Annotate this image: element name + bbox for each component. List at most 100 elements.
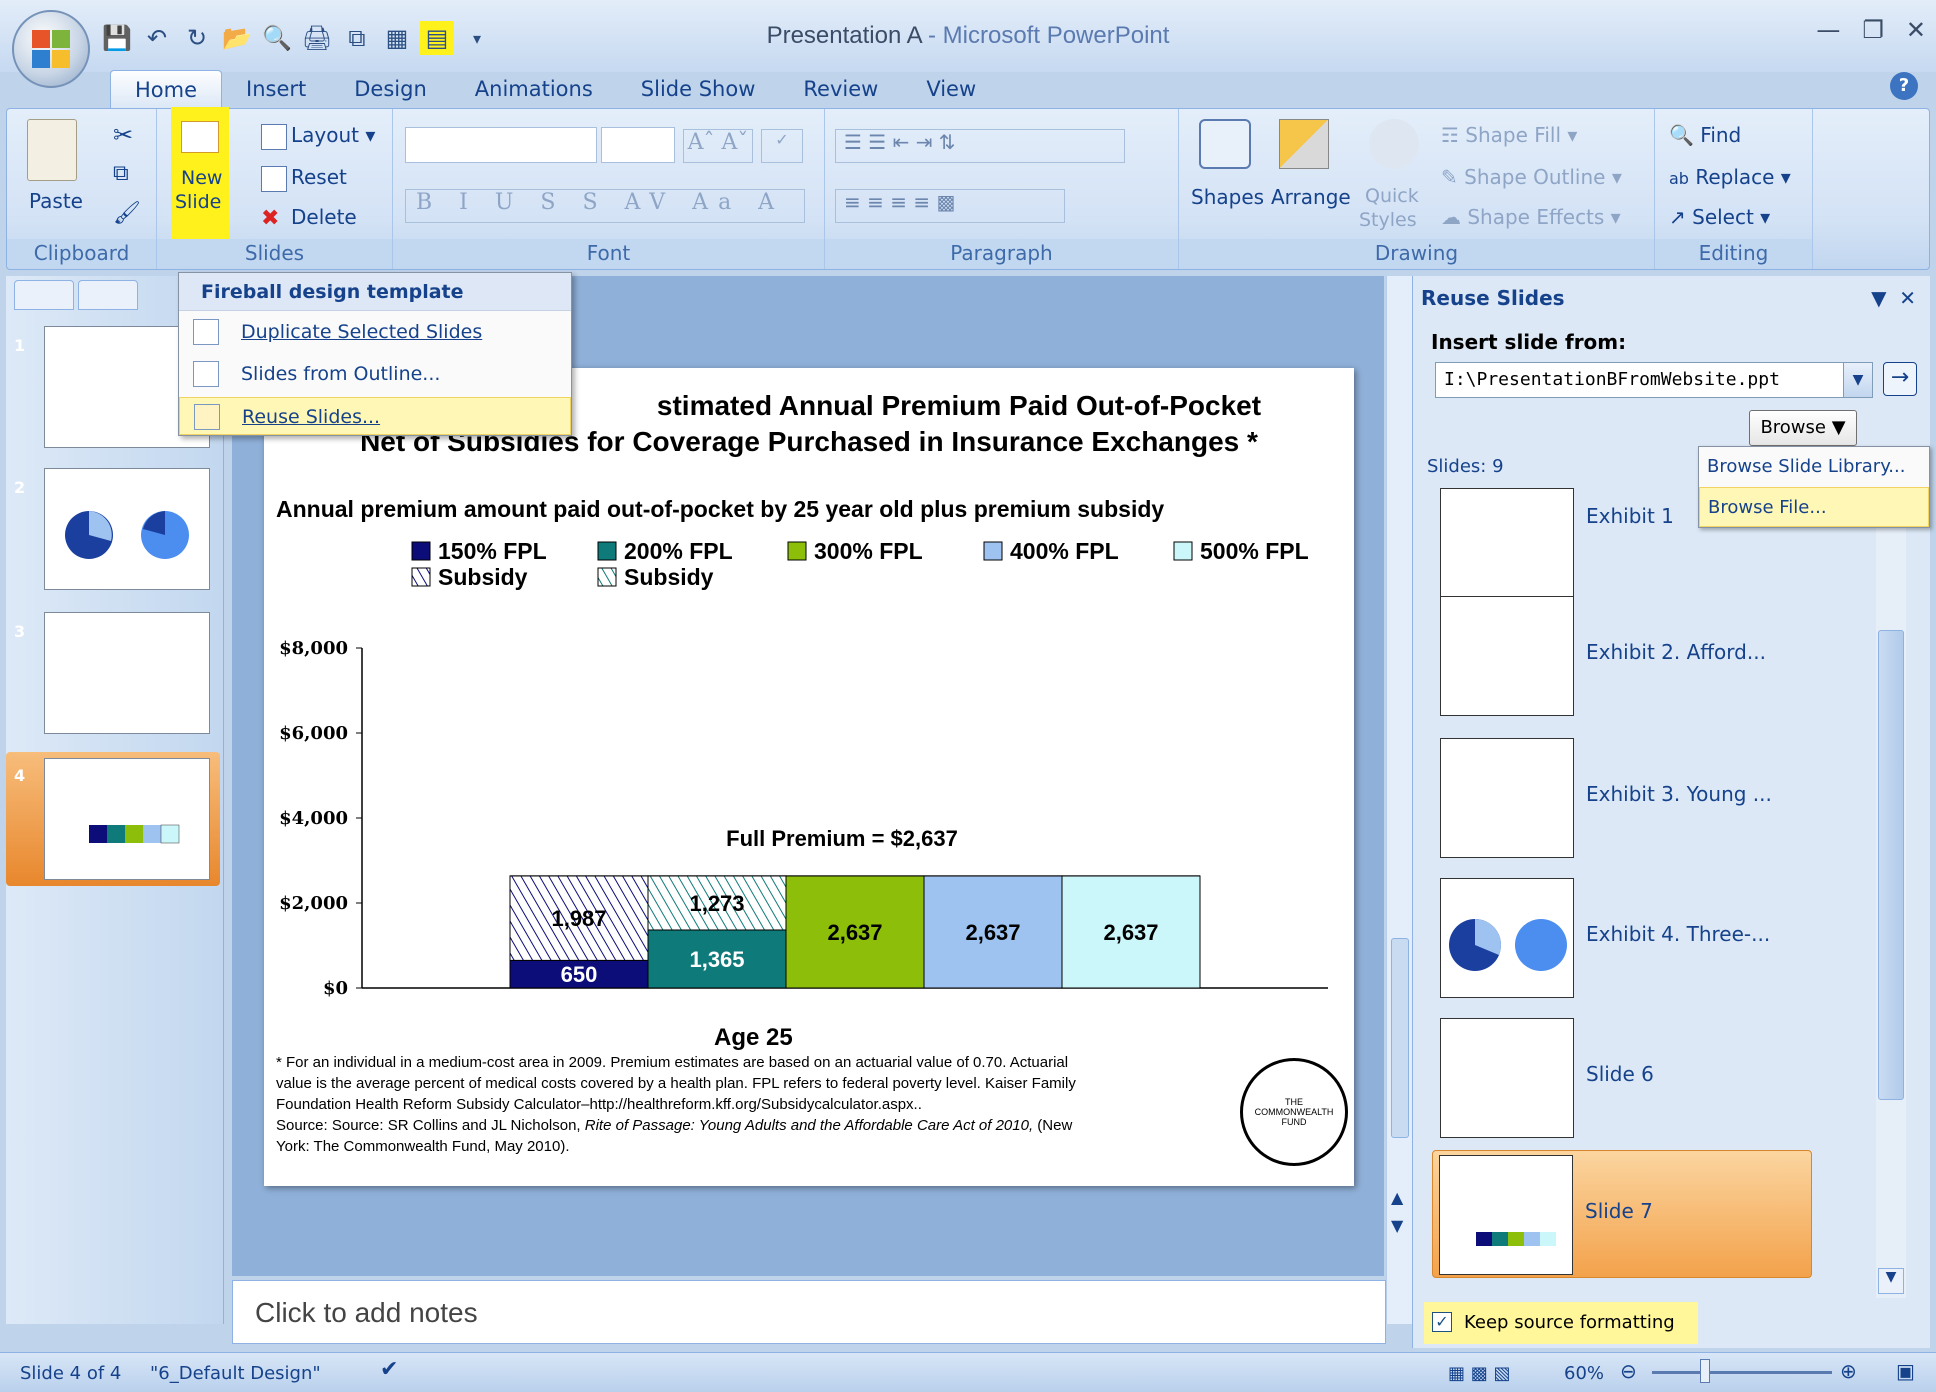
- slide-vertical-scrollbar[interactable]: ▲ ▼: [1386, 276, 1412, 1324]
- browse-button[interactable]: Browse ▼: [1749, 410, 1857, 446]
- zoom-level[interactable]: 60%: [1564, 1363, 1604, 1384]
- tab-insert[interactable]: Insert: [222, 70, 330, 108]
- list-buttons[interactable]: ☰ ☰ ⇤ ⇥ ⇅: [835, 129, 1125, 163]
- shape-outline-button[interactable]: ✎ Shape Outline ▾: [1441, 165, 1622, 189]
- office-button[interactable]: [12, 10, 90, 88]
- tab-view[interactable]: View: [902, 70, 1000, 108]
- select-button[interactable]: ↗ Select ▾: [1669, 205, 1770, 229]
- find-button[interactable]: 🔍 Find: [1669, 123, 1741, 147]
- slides-tab[interactable]: [14, 280, 74, 310]
- duplicate-selected-slides-item[interactable]: Duplicate Selected Slides: [179, 313, 571, 351]
- path-dropdown-icon[interactable]: ▼: [1843, 362, 1873, 398]
- paste-icon[interactable]: [27, 119, 77, 181]
- tab-home[interactable]: Home: [110, 70, 223, 108]
- grow-shrink-font-buttons[interactable]: Aˆ Aˇ: [683, 129, 753, 163]
- reuse-slide-item-4[interactable]: Exhibit 4. Three-...: [1434, 874, 1904, 1002]
- font-format-buttons[interactable]: B I U S S AV Aa A: [405, 189, 805, 223]
- outline-tab[interactable]: [78, 280, 138, 310]
- reuse-slide-item-2[interactable]: Exhibit 2. Afford...: [1434, 592, 1904, 720]
- keep-source-checkbox[interactable]: ✓: [1432, 1312, 1452, 1332]
- paste-button[interactable]: Paste: [29, 189, 83, 213]
- quick-styles-label-2[interactable]: Styles: [1359, 209, 1417, 231]
- keep-source-formatting[interactable]: ✓ Keep source formatting: [1424, 1302, 1698, 1344]
- shape-fill-button[interactable]: ☶ Shape Fill ▾: [1441, 123, 1577, 147]
- theme-status[interactable]: "6_Default Design": [150, 1363, 321, 1384]
- slide-scroll-thumb[interactable]: [1391, 938, 1409, 1138]
- file-path-input[interactable]: I:\PresentationBFromWebsite.ppt: [1435, 362, 1861, 398]
- zoom-in-icon[interactable]: ⊕: [1840, 1359, 1857, 1383]
- find-icon: 🔍: [1669, 123, 1694, 147]
- shape-effects-button[interactable]: ☁ Shape Effects ▾: [1441, 205, 1621, 229]
- copy-icon[interactable]: ⧉: [113, 161, 129, 186]
- browse-slide-library-item[interactable]: Browse Slide Library...: [1699, 447, 1929, 487]
- reset-icon: [261, 165, 287, 192]
- reuse-slide-item-3[interactable]: Exhibit 3. Young ...: [1434, 734, 1904, 862]
- tab-animations[interactable]: Animations: [451, 70, 617, 108]
- legend-swatch: [411, 567, 431, 587]
- drawing-group: Shapes Arrange Quick Styles ☶ Shape Fill…: [1179, 109, 1655, 269]
- tab-slide-show[interactable]: Slide Show: [617, 70, 780, 108]
- slide-thumbnail-4[interactable]: [44, 758, 210, 880]
- delete-button[interactable]: ✖ Delete: [261, 205, 357, 232]
- bar-data-label: 650: [561, 962, 598, 987]
- legend-label: Subsidy: [438, 564, 528, 590]
- full-premium-annotation: Full Premium = $2,637: [726, 826, 958, 851]
- reuse-scroll-down-icon[interactable]: ▼: [1878, 1268, 1904, 1294]
- view-buttons[interactable]: ▦ ▩ ▧: [1448, 1363, 1510, 1384]
- minimize-icon[interactable]: —: [1816, 16, 1840, 44]
- reuse-slide-item-6[interactable]: Slide 7: [1432, 1150, 1812, 1278]
- replace-button[interactable]: ab Replace ▾: [1669, 165, 1791, 189]
- reuse-label-6: Slide 7: [1585, 1199, 1653, 1223]
- slide-thumbnail-2[interactable]: [44, 468, 210, 590]
- prev-slide-icon[interactable]: ▲: [1391, 1188, 1403, 1207]
- reuse-scroll-thumb[interactable]: [1878, 630, 1904, 1100]
- font-size-dropdown[interactable]: [601, 127, 675, 163]
- arrange-button[interactable]: Arrange: [1271, 185, 1351, 209]
- layout-button[interactable]: Layout ▾: [261, 123, 375, 150]
- reuse-slide-item-5[interactable]: Slide 6: [1434, 1014, 1904, 1142]
- format-painter-icon[interactable]: 🖌: [113, 201, 141, 226]
- reuse-slides-item[interactable]: Reuse Slides...: [179, 397, 571, 435]
- slide-number-1: 1: [14, 336, 26, 355]
- window-controls: — ❐ ✕: [1816, 16, 1926, 44]
- panel-close-icon[interactable]: ✕: [1899, 286, 1916, 310]
- font-name-dropdown[interactable]: [405, 127, 597, 163]
- slides-from-outline-item[interactable]: Slides from Outline...: [179, 355, 571, 393]
- align-buttons[interactable]: ≡ ≡ ≡ ≡ ▩: [835, 189, 1065, 223]
- paragraph-group: ☰ ☰ ⇤ ⇥ ⇅ ≡ ≡ ≡ ≡ ▩ Paragraph: [825, 109, 1179, 269]
- spell-check-icon[interactable]: ✔: [380, 1357, 398, 1382]
- stacked-bar-chart[interactable]: $0 $2,000 $4,000 $6,000 $8,000 650 1,987 1,365 1…: [264, 528, 1354, 1028]
- ribbon: Paste ✂ ⧉ 🖌 Clipboard New Slide Layout ▾…: [6, 107, 1930, 270]
- fit-to-window-icon[interactable]: ▣: [1896, 1359, 1915, 1383]
- zoom-slider[interactable]: [1652, 1371, 1832, 1374]
- reset-button[interactable]: Reset: [261, 165, 347, 192]
- clear-formatting-button[interactable]: ✓: [761, 129, 803, 163]
- bar-data-label: 2,637: [965, 920, 1020, 945]
- tab-design[interactable]: Design: [330, 70, 451, 108]
- zoom-out-icon[interactable]: ⊖: [1620, 1359, 1637, 1383]
- legend-label: 500% FPL: [1200, 538, 1309, 564]
- new-slide-button[interactable]: New Slide: [171, 107, 229, 243]
- slide-thumbnail-3[interactable]: [44, 612, 210, 734]
- tab-review[interactable]: Review: [779, 70, 902, 108]
- notes-pane[interactable]: Click to add notes: [232, 1280, 1386, 1344]
- find-label: Find: [1700, 123, 1742, 147]
- shapes-button[interactable]: Shapes: [1191, 185, 1264, 209]
- help-icon[interactable]: ?: [1890, 72, 1918, 100]
- editing-label: Editing: [1655, 239, 1812, 267]
- cut-icon[interactable]: ✂: [113, 121, 133, 149]
- next-slide-icon[interactable]: ▼: [1391, 1216, 1403, 1235]
- replace-icon: ab: [1669, 169, 1689, 188]
- panel-menu-icon[interactable]: ▼: [1871, 286, 1886, 310]
- close-icon[interactable]: ✕: [1906, 16, 1926, 44]
- go-arrow-button[interactable]: →: [1883, 362, 1917, 396]
- restore-icon[interactable]: ❐: [1862, 16, 1884, 44]
- select-label: Select: [1692, 205, 1754, 229]
- ribbon-tabs: Home Insert Design Animations Slide Show…: [110, 70, 1000, 108]
- browse-file-item[interactable]: Browse File...: [1699, 487, 1929, 527]
- panel-controls: ▼ ✕: [1871, 286, 1916, 310]
- bar-data-label: 1,273: [689, 891, 744, 916]
- quick-styles-label-1[interactable]: Quick: [1365, 185, 1419, 207]
- slide-canvas[interactable]: stimated Annual Premium Paid Out-of-Pock…: [264, 368, 1354, 1186]
- zoom-slider-thumb[interactable]: [1700, 1359, 1710, 1383]
